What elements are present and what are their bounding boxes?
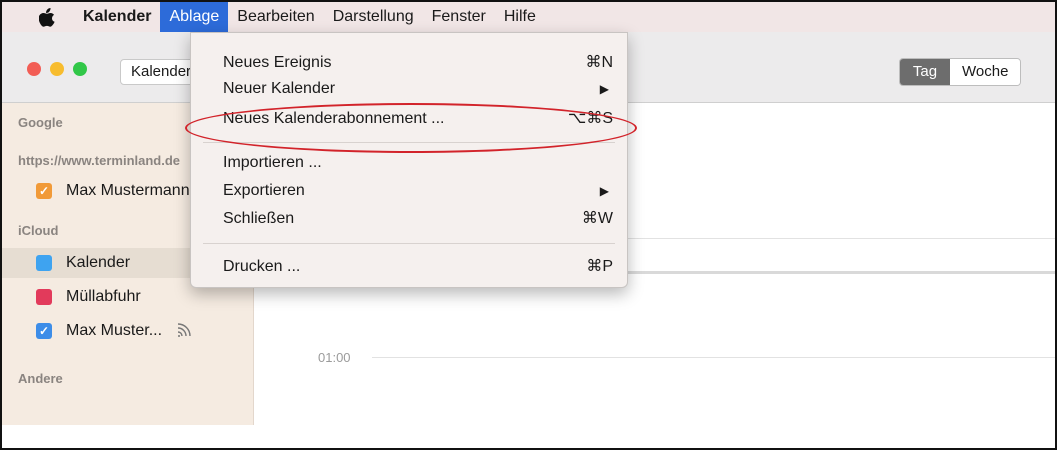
menu-item-label: Neuer Kalender	[223, 80, 336, 97]
menu-ablage[interactable]: Ablage	[160, 2, 229, 32]
menu-hilfe[interactable]: Hilfe	[495, 2, 545, 32]
shortcut-label: ⌘W	[581, 210, 613, 227]
hour-line-0100	[372, 357, 1055, 358]
menu-darstellung[interactable]: Darstellung	[324, 2, 423, 32]
menu-item-importieren[interactable]: Importieren ...	[191, 151, 627, 175]
menu-item-exportieren[interactable]: Exportieren ▶	[191, 179, 627, 203]
checkbox-unchecked-icon[interactable]	[36, 255, 52, 271]
menu-bar: Kalender Ablage Bearbeiten Darstellung F…	[2, 2, 1055, 32]
menu-app-kalender[interactable]: Kalender	[74, 2, 160, 32]
menu-item-neuer-kalender[interactable]: Neuer Kalender ▶	[191, 77, 627, 101]
group-google: Google	[18, 115, 63, 130]
menu-item-neues-ereignis[interactable]: Neues Ereignis ⌘N	[191, 51, 627, 75]
shortcut-label: ⌥⌘S	[567, 110, 613, 127]
menu-item-label: Neues Ereignis	[223, 54, 332, 71]
view-segmented-control: Tag Woche	[899, 58, 1022, 86]
sidebar-item-label: Max Muster...	[66, 322, 163, 339]
sidebar-item-max-muster-shared[interactable]: ✓ Max Muster...	[2, 316, 253, 346]
submenu-arrow-icon: ▶	[599, 82, 609, 96]
menu-fenster[interactable]: Fenster	[423, 2, 495, 32]
subscription-icon	[176, 322, 196, 341]
checkbox-checked-icon[interactable]: ✓	[36, 323, 52, 339]
menu-item-label: Exportieren	[223, 182, 305, 199]
menu-item-label: Drucken ...	[223, 258, 301, 275]
zoom-window-button[interactable]	[73, 62, 87, 76]
shortcut-label: ⌘P	[586, 258, 613, 275]
close-window-button[interactable]	[27, 62, 41, 76]
shortcut-label: ⌘N	[585, 54, 613, 71]
menu-item-label: Importieren ...	[223, 154, 322, 171]
group-icloud: iCloud	[18, 223, 59, 238]
menu-bearbeiten[interactable]: Bearbeiten	[228, 2, 323, 32]
group-other: Andere	[18, 371, 63, 386]
menu-item-label: Neues Kalenderabonnement ...	[223, 110, 445, 127]
sidebar-item-label: Kalender	[66, 254, 131, 271]
sidebar-item-label: Max Mustermann	[66, 182, 190, 199]
time-label-0100: 01:00	[318, 350, 351, 365]
menu-item-schliessen[interactable]: Schließen ⌘W	[191, 207, 627, 231]
menu-separator	[203, 142, 615, 143]
menu-item-label: Schließen	[223, 210, 295, 227]
menu-item-drucken[interactable]: Drucken ... ⌘P	[191, 255, 627, 279]
checkbox-checked-icon[interactable]: ✓	[36, 183, 52, 199]
apple-icon[interactable]	[38, 7, 56, 27]
minimize-window-button[interactable]	[50, 62, 64, 76]
sidebar-item-label: Müllabfuhr	[66, 288, 141, 305]
tab-week[interactable]: Woche	[950, 59, 1021, 85]
tab-day[interactable]: Tag	[900, 59, 950, 85]
checkbox-unchecked-icon[interactable]	[36, 289, 52, 305]
menu-item-neues-kalenderabonnement[interactable]: Neues Kalenderabonnement ... ⌥⌘S	[191, 107, 627, 131]
menu-separator	[203, 243, 615, 244]
ablage-menu-dropdown: Neues Ereignis ⌘N Neuer Kalender ▶ Neues…	[190, 32, 628, 288]
submenu-arrow-icon: ▶	[599, 184, 609, 198]
